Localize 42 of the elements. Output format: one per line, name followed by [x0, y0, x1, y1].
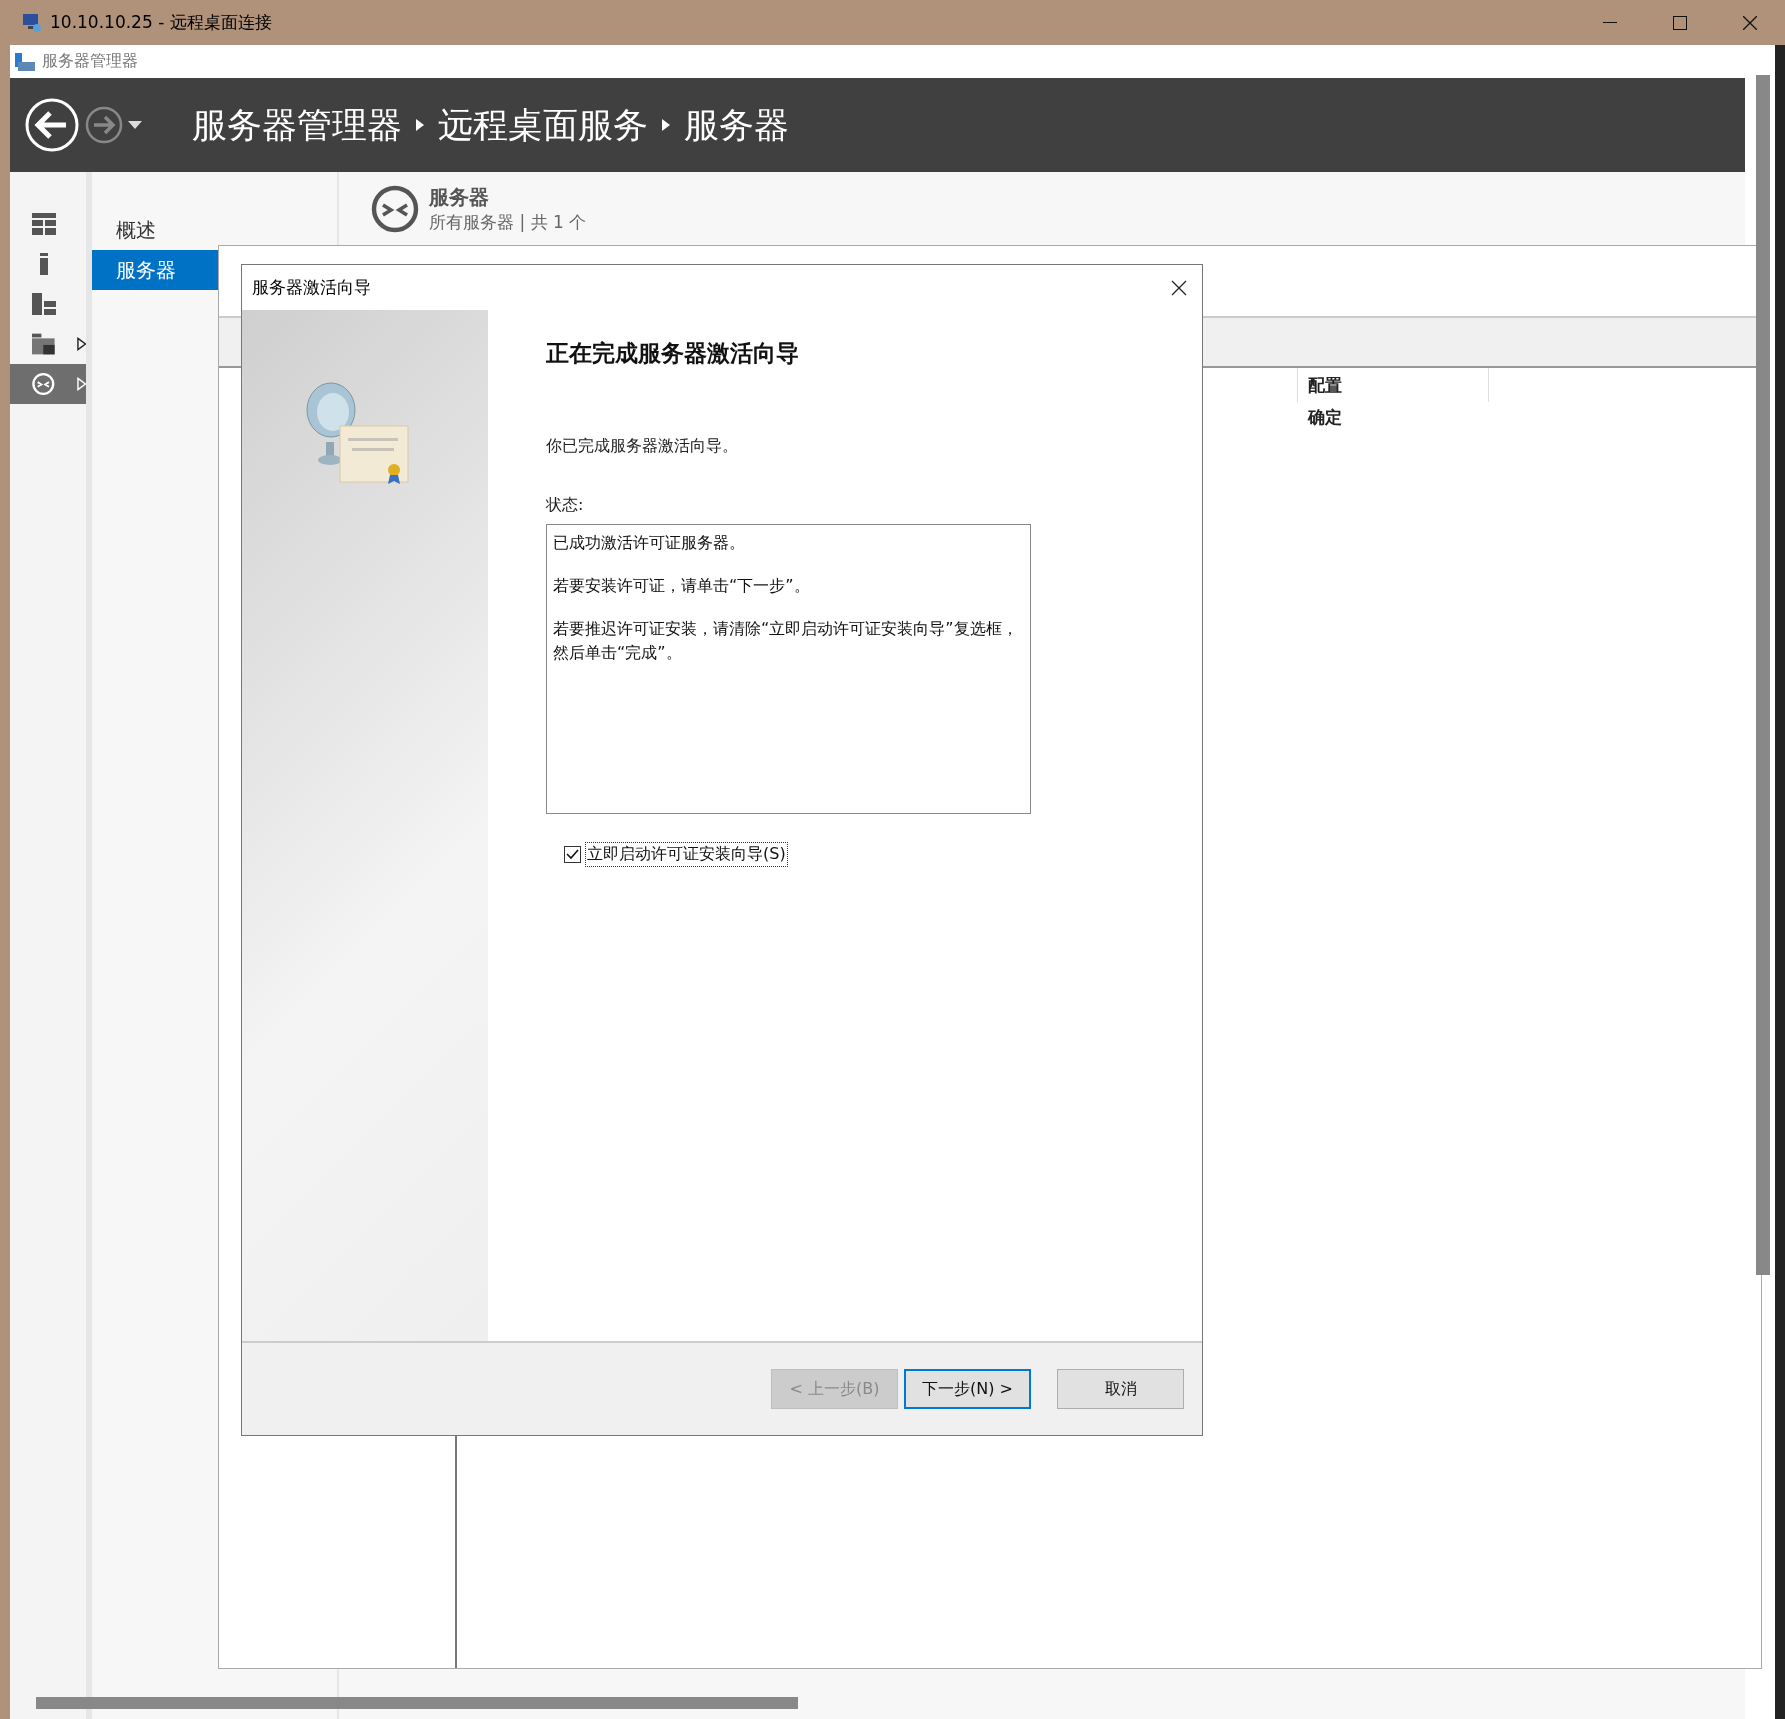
checkbox-label[interactable]: 立即启动许可证安装向导(S) — [585, 842, 788, 867]
remote-desktop-icon — [371, 185, 419, 233]
dialog-title: 服务器激活向导 — [252, 276, 371, 299]
intro-text: 你已完成服务器激活向导。 — [546, 436, 739, 457]
breadcrumb-item[interactable]: 服务器 — [684, 101, 789, 149]
nav-item[interactable]: 服务器 — [92, 250, 218, 290]
window-title: 10.10.10.25 - 远程桌面连接 — [50, 11, 272, 34]
section-subtitle: 所有服务器 | 共 1 个 — [429, 211, 587, 234]
dashboard-icon — [32, 212, 56, 236]
wizard-heading: 正在完成服务器激活向导 — [546, 339, 800, 368]
separator-icon — [662, 119, 670, 131]
breadcrumb-item[interactable]: 远程桌面服务 — [438, 101, 648, 149]
servers-icon — [32, 292, 56, 316]
rail-item[interactable] — [10, 364, 86, 404]
close-icon — [1743, 15, 1757, 30]
section-title: 服务器 — [429, 184, 490, 211]
separator-icon — [416, 119, 424, 131]
status-label: 状态: — [546, 495, 585, 516]
status-text: 若要推迟许可证安装，请清除“立即启动许可证安装向导”复选框，然后单击“完成”。 — [553, 618, 1019, 664]
dropdown-icon[interactable] — [128, 121, 142, 129]
app-title: 服务器管理器 — [42, 51, 138, 72]
server-manager-icon — [14, 50, 36, 73]
folder-icon — [32, 332, 55, 356]
remote-desktop-icon — [32, 372, 55, 396]
checkbox[interactable] — [564, 846, 581, 863]
scrollbar-thumb[interactable] — [36, 1697, 798, 1709]
maximize-icon — [1673, 15, 1687, 30]
nav-item[interactable]: 概述 — [92, 210, 218, 250]
minimize-icon — [1603, 21, 1617, 24]
back-icon[interactable] — [24, 97, 80, 153]
scrollbar-thumb[interactable] — [1756, 75, 1770, 1275]
status-text: 若要安装许可证，请单击“下一步”。 — [553, 575, 811, 597]
status-text: 已成功激活许可证服务器。 — [553, 532, 746, 554]
column-header[interactable]: 配置 — [1297, 368, 1489, 402]
expand-icon — [76, 337, 86, 351]
breadcrumb-item[interactable]: 服务器管理器 — [192, 101, 402, 149]
remote-desktop-icon — [22, 12, 42, 33]
dialog-button[interactable]: 下一步(N) > — [904, 1369, 1031, 1409]
expand-icon — [76, 377, 86, 391]
table-cell-text: 确定 — [1306, 405, 1343, 429]
dialog-button[interactable]: 取消 — [1057, 1369, 1184, 1409]
close-icon — [1171, 279, 1187, 296]
